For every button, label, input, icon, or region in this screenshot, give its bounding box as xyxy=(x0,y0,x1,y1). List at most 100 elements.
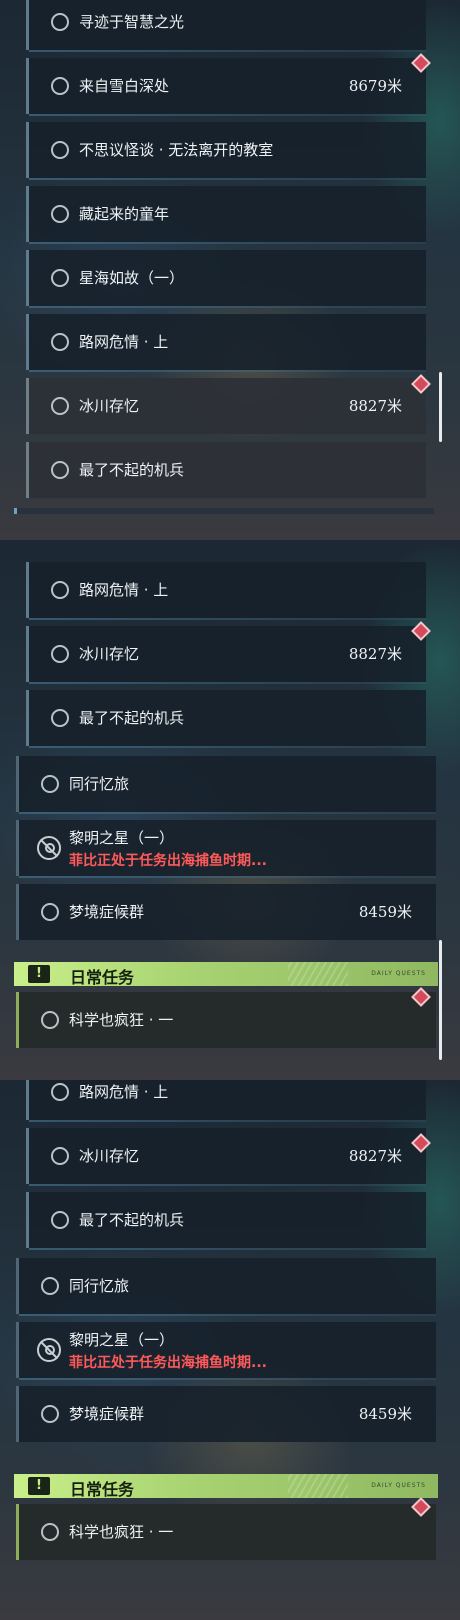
vertical-scrollbar[interactable] xyxy=(439,372,442,442)
quest-warning-text: 菲比正处于任务出海捕鱼时期... xyxy=(69,853,267,869)
quest-title: 黎明之星（一） xyxy=(69,1331,175,1349)
quest-status-circle-icon xyxy=(51,397,69,415)
quest-title: 冰川存忆 xyxy=(79,1147,140,1165)
quest-title: 藏起来的童年 xyxy=(79,205,170,223)
daily-quests-header[interactable]: ! 日常任务 DAILY QUESTS xyxy=(14,1474,438,1499)
quest-row[interactable]: 路网危情 · 上 xyxy=(26,562,426,620)
row-divider xyxy=(29,682,426,684)
quest-distance: 8827米 xyxy=(348,397,402,415)
quest-status-circle-icon xyxy=(51,461,69,479)
quest-status-circle-icon xyxy=(51,1211,69,1229)
quest-title: 科学也疯狂 · 一 xyxy=(69,1523,174,1541)
quest-status-circle-icon xyxy=(41,1523,59,1541)
row-divider xyxy=(29,370,426,372)
quest-row[interactable]: 最了不起的机兵 xyxy=(26,690,426,748)
quest-row[interactable]: 同行忆旅 xyxy=(16,756,436,814)
quest-status-circle-icon xyxy=(41,1011,59,1029)
quest-title: 最了不起的机兵 xyxy=(79,709,185,727)
quest-title: 科学也疯狂 · 一 xyxy=(69,1011,174,1029)
row-divider xyxy=(29,114,426,116)
row-divider xyxy=(19,876,436,878)
quest-row[interactable]: 星海如故（一） xyxy=(26,250,426,308)
quest-status-circle-icon xyxy=(51,333,69,351)
quest-title: 路网危情 · 上 xyxy=(79,581,169,599)
quest-title: 星海如故（一） xyxy=(79,269,185,287)
section-title: 日常任务 xyxy=(70,1480,135,1499)
row-divider xyxy=(19,1378,436,1380)
quest-status-circle-icon xyxy=(51,205,69,223)
quest-row[interactable]: 科学也疯狂 · 一 xyxy=(16,1504,436,1560)
quest-row[interactable]: 同行忆旅 xyxy=(16,1258,436,1316)
section-title: 日常任务 xyxy=(70,968,135,987)
row-divider xyxy=(29,618,426,620)
quest-title: 梦境症候群 xyxy=(69,903,145,921)
daily-quests-header[interactable]: ! 日常任务 DAILY QUESTS xyxy=(14,962,438,987)
quest-row[interactable]: 梦境症候群 8459米 xyxy=(16,884,436,940)
vertical-scrollbar[interactable] xyxy=(439,940,442,1060)
row-divider xyxy=(29,746,426,748)
quest-row[interactable]: 最了不起的机兵 xyxy=(26,442,426,498)
quest-status-circle-icon xyxy=(51,1147,69,1165)
quest-status-circle-icon xyxy=(51,13,69,31)
quest-title: 同行忆旅 xyxy=(69,1277,130,1295)
quest-row[interactable]: 最了不起的机兵 xyxy=(26,1192,426,1250)
quest-title: 黎明之星（一） xyxy=(69,829,175,847)
quest-row[interactable]: 科学也疯狂 · 一 xyxy=(16,992,436,1048)
quest-status-circle-icon xyxy=(51,141,69,159)
quest-status-circle-icon xyxy=(41,903,59,921)
quest-status-circle-icon xyxy=(41,1405,59,1423)
quest-row-locked[interactable]: 黎明之星（一） 菲比正处于任务出海捕鱼时期... xyxy=(16,820,436,878)
quest-distance: 8459米 xyxy=(358,903,412,921)
horizontal-scrollbar[interactable] xyxy=(14,508,434,514)
header-decoration xyxy=(288,962,348,986)
row-divider xyxy=(29,1248,426,1250)
row-divider xyxy=(19,1314,436,1316)
quest-title: 最了不起的机兵 xyxy=(79,461,185,479)
row-divider xyxy=(19,812,436,814)
quest-status-circle-icon xyxy=(51,645,69,663)
exclamation-icon: ! xyxy=(28,965,50,983)
header-decoration xyxy=(288,1474,348,1498)
quest-title: 最了不起的机兵 xyxy=(79,1211,185,1229)
locked-quest-icon xyxy=(37,836,61,860)
row-divider xyxy=(29,1184,426,1186)
quest-row[interactable]: 藏起来的童年 xyxy=(26,186,426,244)
quest-title: 路网危情 · 上 xyxy=(79,1083,169,1101)
quest-distance: 8679米 xyxy=(348,77,402,95)
quest-row-selected[interactable]: 冰川存忆 8827米 xyxy=(26,378,426,434)
quest-status-circle-icon xyxy=(41,775,59,793)
quest-title: 路网危情 · 上 xyxy=(79,333,169,351)
quest-row-locked[interactable]: 黎明之星（一） 菲比正处于任务出海捕鱼时期... xyxy=(16,1322,436,1380)
quest-title: 来自雪白深处 xyxy=(79,77,170,95)
quest-list-panel-3: 路网危情 · 上 冰川存忆 8827米 最了不起的机兵 同行忆旅 黎明之星（一）… xyxy=(0,1080,460,1620)
quest-row[interactable]: 来自雪白深处 8679米 xyxy=(26,58,426,116)
row-divider xyxy=(29,1120,426,1122)
quest-row[interactable]: 寻迹于智慧之光 xyxy=(26,0,426,52)
quest-status-circle-icon xyxy=(51,581,69,599)
quest-status-circle-icon xyxy=(51,269,69,287)
quest-title: 梦境症候群 xyxy=(69,1405,145,1423)
quest-distance: 8827米 xyxy=(348,645,402,663)
quest-title: 不思议怪谈 · 无法离开的教室 xyxy=(79,141,274,159)
quest-status-circle-icon xyxy=(51,77,69,95)
quest-warning-text: 菲比正处于任务出海捕鱼时期... xyxy=(69,1355,267,1371)
quest-title: 寻迹于智慧之光 xyxy=(79,13,185,31)
quest-list-panel-1: 寻迹于智慧之光 来自雪白深处 8679米 不思议怪谈 · 无法离开的教室 藏起来… xyxy=(0,0,460,540)
row-divider xyxy=(29,50,426,52)
quest-status-circle-icon xyxy=(51,1083,69,1101)
exclamation-icon: ! xyxy=(28,1477,50,1495)
quest-title: 冰川存忆 xyxy=(79,397,140,415)
quest-status-circle-icon xyxy=(41,1277,59,1295)
quest-title: 同行忆旅 xyxy=(69,775,130,793)
quest-distance: 8827米 xyxy=(348,1147,402,1165)
quest-row[interactable]: 不思议怪谈 · 无法离开的教室 xyxy=(26,122,426,180)
quest-title: 冰川存忆 xyxy=(79,645,140,663)
quest-row[interactable]: 路网危情 · 上 xyxy=(26,1080,426,1122)
row-divider xyxy=(29,242,426,244)
quest-row[interactable]: 梦境症候群 8459米 xyxy=(16,1386,436,1442)
row-divider xyxy=(29,306,426,308)
quest-row[interactable]: 路网危情 · 上 xyxy=(26,314,426,372)
quest-list-panel-2: 路网危情 · 上 冰川存忆 8827米 最了不起的机兵 同行忆旅 黎明之星（一）… xyxy=(0,540,460,1080)
quest-row[interactable]: 冰川存忆 8827米 xyxy=(26,1128,426,1186)
quest-row[interactable]: 冰川存忆 8827米 xyxy=(26,626,426,684)
